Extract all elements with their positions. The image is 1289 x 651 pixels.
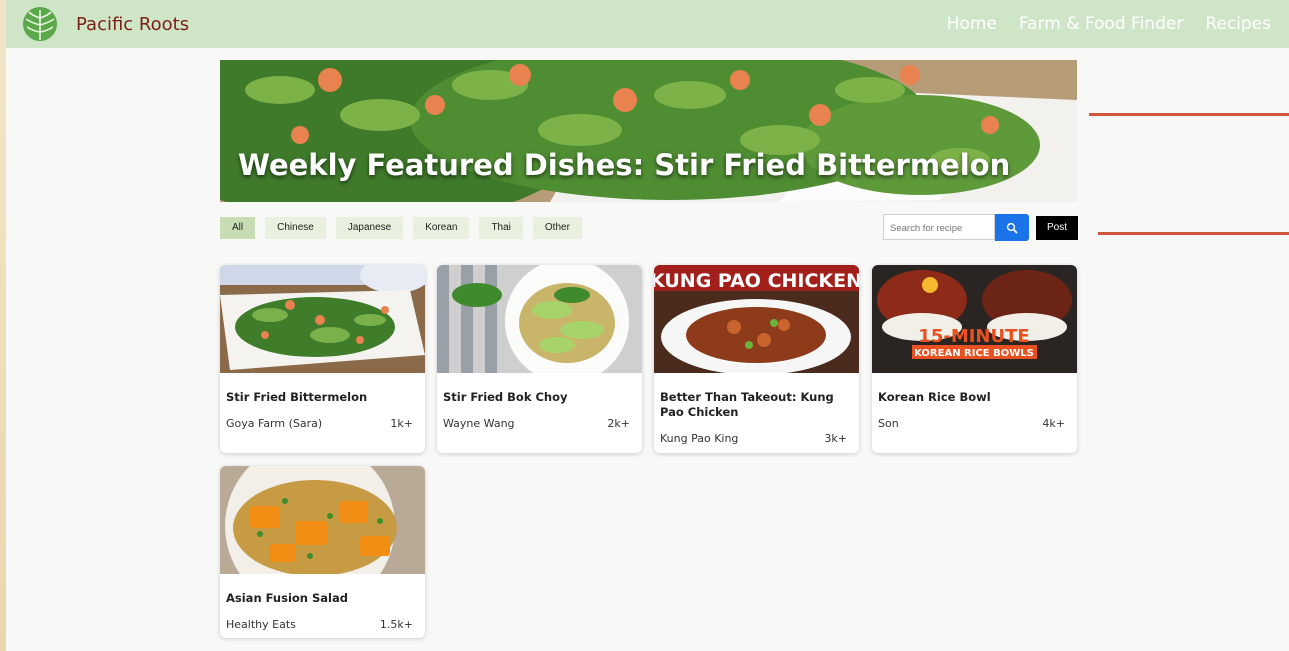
- recipe-view-count: 4k+: [1042, 417, 1065, 430]
- recipe-image-caption: KUNG PAO CHICKEN: [654, 270, 859, 292]
- post-button[interactable]: Post: [1036, 216, 1078, 240]
- recipe-author: Wayne Wang: [443, 417, 515, 430]
- featured-dish-banner[interactable]: Weekly Featured Dishes: Stir Fried Bitte…: [220, 60, 1077, 202]
- recipe-title: Korean Rice Bowl: [878, 390, 991, 404]
- featured-dish-title: Weekly Featured Dishes: Stir Fried Bitte…: [238, 148, 1011, 182]
- recipe-image: [437, 265, 642, 373]
- annotation-arrow-line: [1098, 232, 1289, 235]
- search-button[interactable]: [995, 214, 1029, 241]
- recipe-meta: Goya Farm (Sara) 1k+: [226, 417, 413, 430]
- recipe-image: [220, 466, 425, 574]
- recipe-meta: Kung Pao King 3k+: [660, 432, 847, 445]
- recipe-card[interactable]: Stir Fried Bittermelon Goya Farm (Sara) …: [220, 265, 425, 453]
- recipe-view-count: 3k+: [824, 432, 847, 445]
- annotation-arrow-line: [1089, 113, 1289, 116]
- filter-other[interactable]: Other: [532, 217, 582, 239]
- recipe-search-box: [883, 214, 996, 240]
- recipe-author: Son: [878, 417, 899, 430]
- recipe-image: 15-MINUTE KOREAN RICE BOWLS: [872, 265, 1077, 373]
- recipe-author: Goya Farm (Sara): [226, 417, 323, 430]
- top-navigation-bar: Pacific Roots Home Farm & Food Finder Re…: [6, 0, 1289, 48]
- main-nav: Home Farm & Food Finder Recipes: [947, 14, 1271, 34]
- cuisine-filter-bar: All Chinese Japanese Korean Thai Other: [220, 217, 582, 239]
- left-edge-strip: [0, 0, 6, 651]
- recipe-card[interactable]: Asian Fusion Salad Healthy Eats 1.5k+: [220, 466, 425, 638]
- recipe-view-count: 1k+: [390, 417, 413, 430]
- recipe-author: Healthy Eats: [226, 618, 296, 631]
- filter-korean[interactable]: Korean: [413, 217, 470, 239]
- search-icon: [1006, 222, 1018, 234]
- recipe-meta: Wayne Wang 2k+: [443, 417, 630, 430]
- filter-thai[interactable]: Thai: [479, 217, 523, 239]
- recipe-card[interactable]: KUNG PAO CHICKEN Better Than Takeout: Ku…: [654, 265, 859, 453]
- recipe-author: Kung Pao King: [660, 432, 739, 445]
- recipe-title: Stir Fried Bok Choy: [443, 390, 568, 404]
- nav-recipes[interactable]: Recipes: [1205, 14, 1271, 34]
- recipe-meta: Healthy Eats 1.5k+: [226, 618, 413, 631]
- nav-farm-food-finder[interactable]: Farm & Food Finder: [1019, 14, 1183, 34]
- recipe-view-count: 2k+: [607, 417, 630, 430]
- leaf-globe-logo-icon[interactable]: [18, 4, 62, 44]
- filter-japanese[interactable]: Japanese: [335, 217, 404, 239]
- brand-name[interactable]: Pacific Roots: [76, 14, 189, 35]
- recipe-search-input[interactable]: [888, 216, 996, 240]
- recipe-image: [220, 265, 425, 373]
- recipe-image: KUNG PAO CHICKEN: [654, 265, 859, 373]
- recipe-title: Asian Fusion Salad: [226, 591, 348, 605]
- filter-all[interactable]: All: [220, 217, 256, 239]
- recipe-card[interactable]: 15-MINUTE KOREAN RICE BOWLS Korean Rice …: [872, 265, 1077, 453]
- nav-home[interactable]: Home: [947, 14, 997, 34]
- recipe-card[interactable]: Stir Fried Bok Choy Wayne Wang 2k+: [437, 265, 642, 453]
- recipe-title: Stir Fried Bittermelon: [226, 390, 368, 404]
- recipe-image-caption-line-1: 15-MINUTE: [918, 326, 1029, 347]
- filter-chinese[interactable]: Chinese: [265, 217, 326, 239]
- recipe-meta: Son 4k+: [878, 417, 1065, 430]
- recipe-view-count: 1.5k+: [379, 618, 413, 631]
- recipe-title: Better Than Takeout: Kung Pao Chicken: [660, 390, 834, 419]
- recipe-image-caption-line-2: KOREAN RICE BOWLS: [914, 348, 1034, 359]
